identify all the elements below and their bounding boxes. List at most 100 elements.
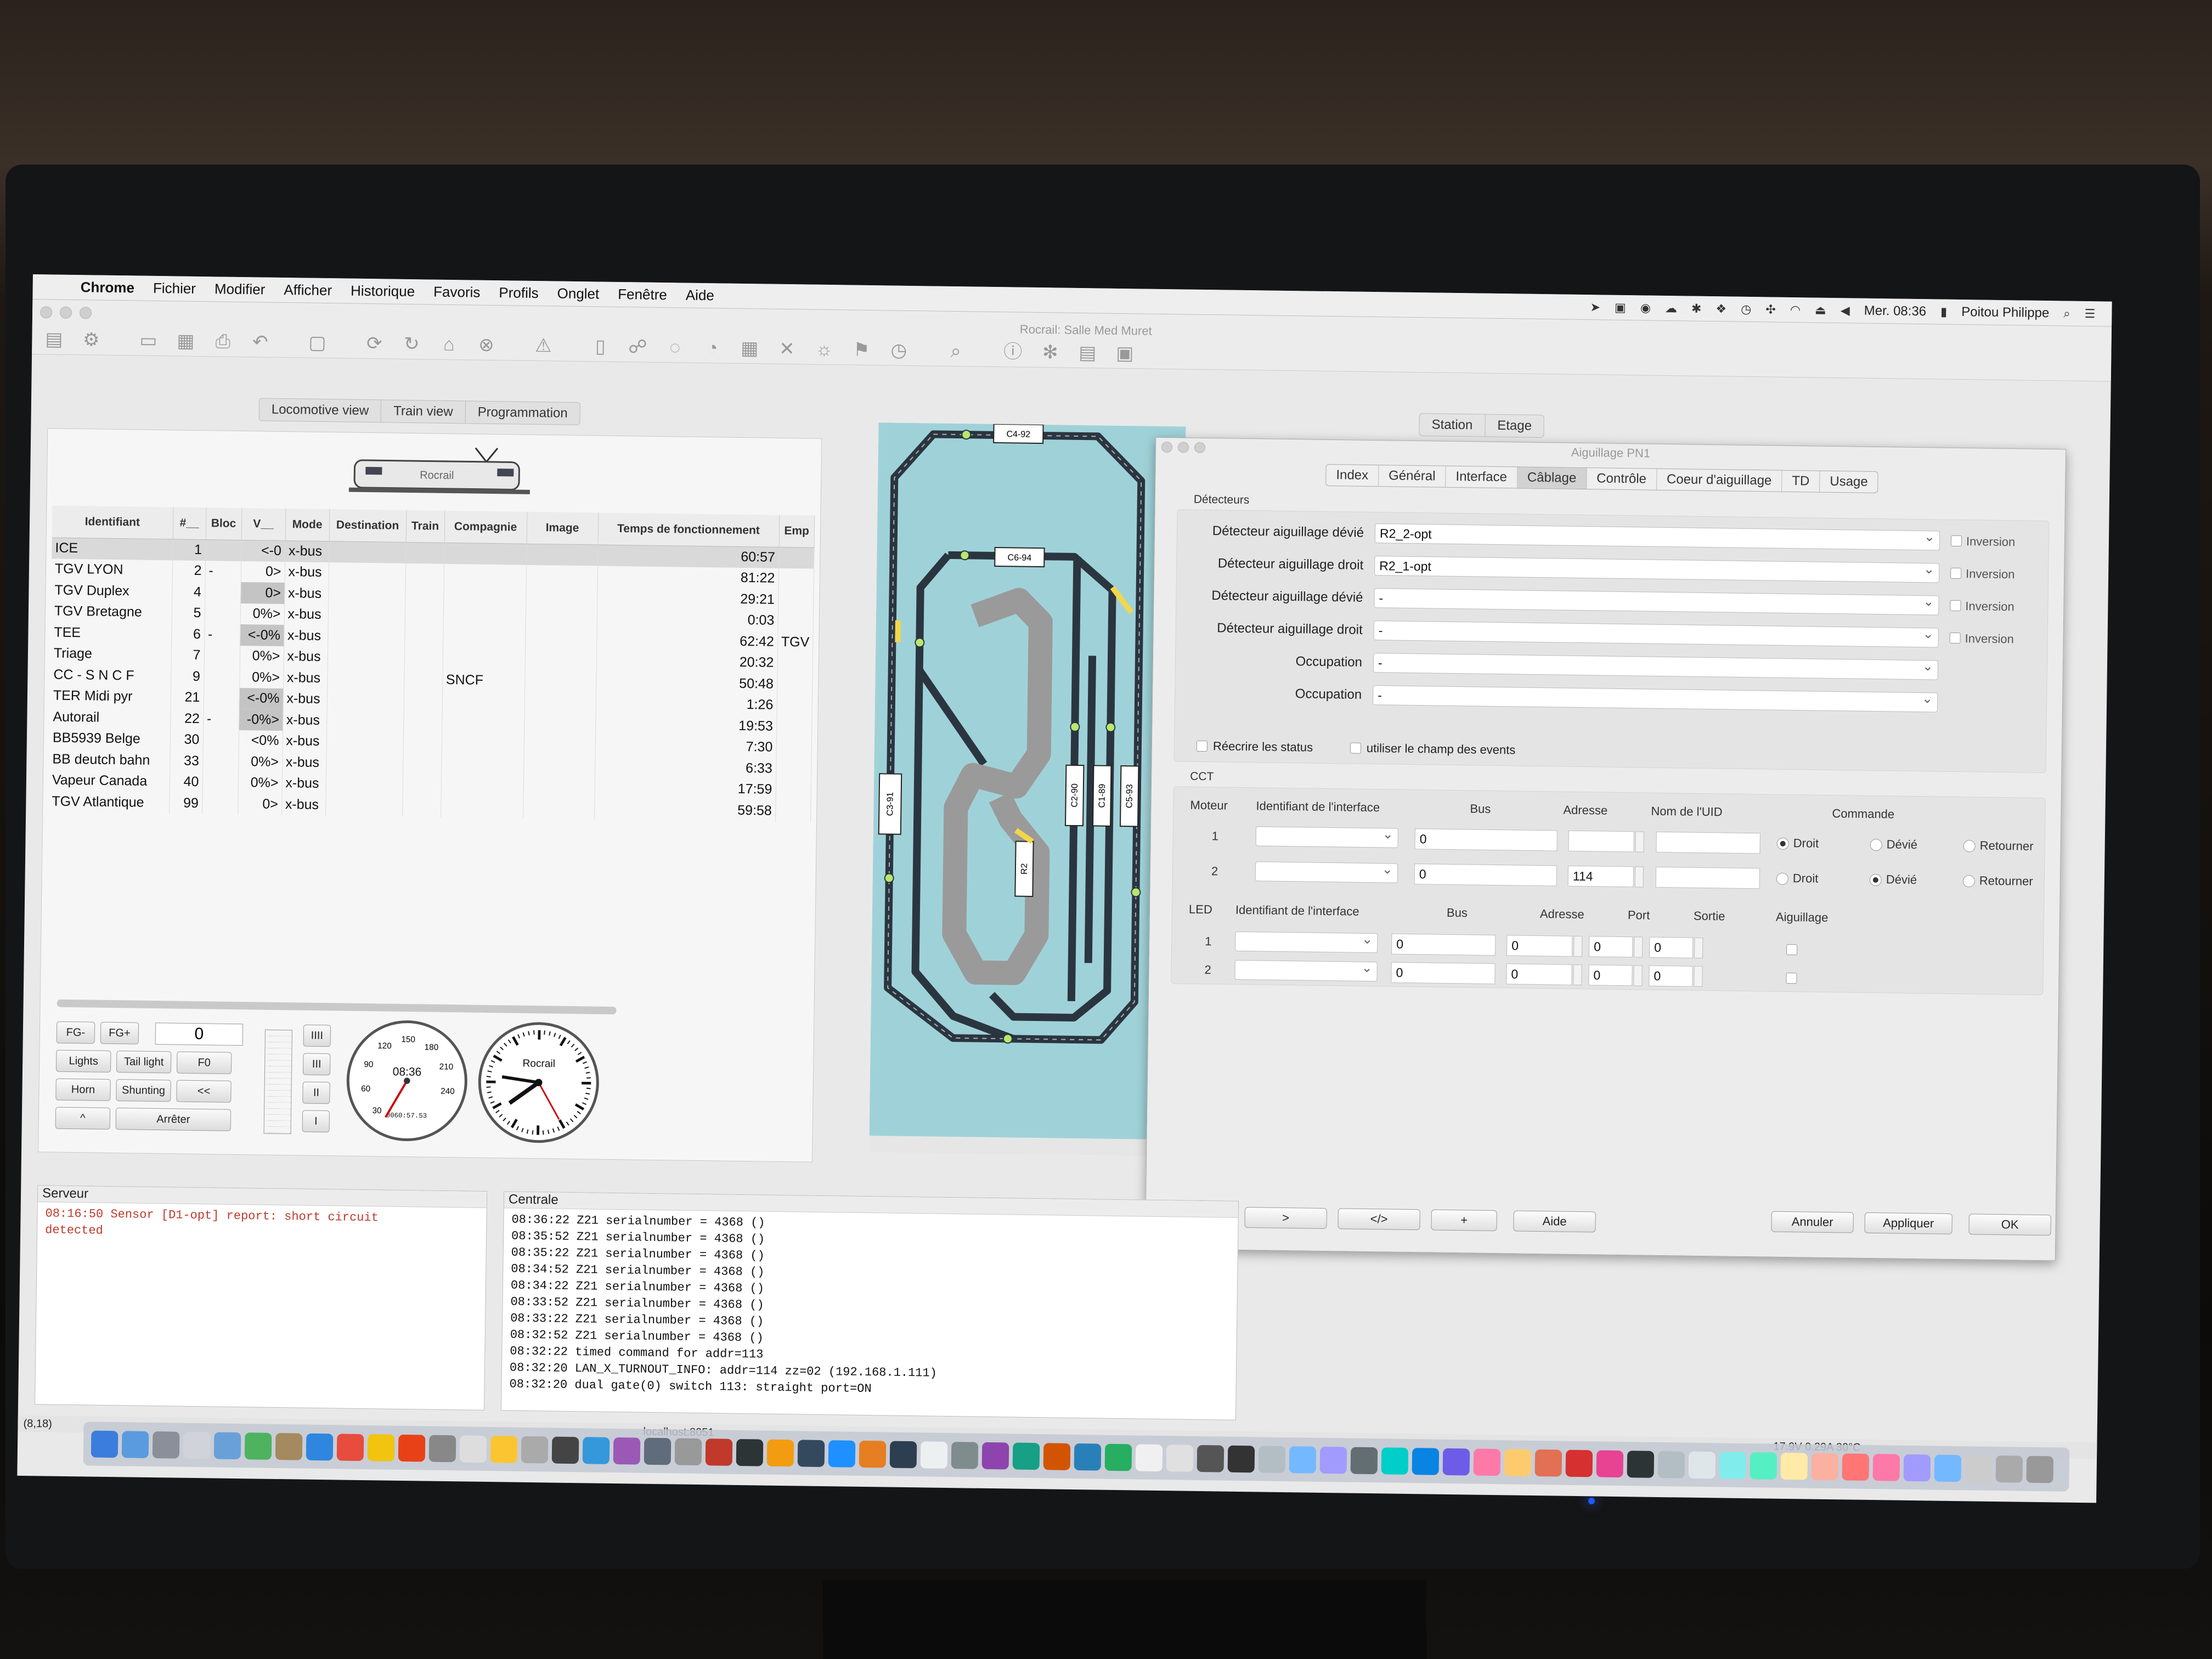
cct-bus-field[interactable]: 0 [1414, 828, 1558, 851]
dock-app-icon[interactable] [1565, 1449, 1593, 1477]
connect-icon[interactable]: ▤ [40, 328, 69, 351]
dock-app-icon[interactable] [306, 1433, 334, 1460]
switch-icon[interactable]: ✕ [772, 338, 802, 360]
dock-app-icon[interactable] [1442, 1448, 1470, 1475]
cloud-icon[interactable]: ☁ [1665, 301, 1677, 315]
tab-td[interactable]: TD [1782, 470, 1820, 492]
timemachine-icon[interactable]: ◷ [1741, 302, 1752, 316]
col-mode[interactable]: Mode [285, 509, 330, 541]
gear-4-button[interactable]: IIII [303, 1024, 331, 1047]
horn-button[interactable]: Horn [55, 1078, 111, 1101]
led-output-stepper[interactable] [1694, 937, 1703, 958]
inversion-checkbox[interactable] [1950, 600, 1961, 612]
xml-button[interactable]: </> [1338, 1208, 1420, 1231]
dock-app-icon[interactable] [1811, 1453, 1839, 1480]
col-destination[interactable]: Destination [329, 509, 407, 542]
shunting-button[interactable]: Shunting [116, 1079, 171, 1102]
menu-app-name[interactable]: Chrome [71, 279, 144, 297]
eject-icon[interactable]: ⏏ [1815, 303, 1826, 317]
dock-app-icon[interactable] [1903, 1454, 1931, 1481]
tab-general[interactable]: Général [1378, 465, 1446, 487]
dock-app-icon[interactable] [889, 1441, 917, 1468]
dial-icon[interactable]: ◔ [698, 337, 727, 359]
eye-icon[interactable]: ◉ [1640, 301, 1651, 315]
tab-coeur[interactable]: Coeur d'aiguillage [1656, 469, 1782, 492]
tab-programmation[interactable]: Programmation [465, 401, 580, 425]
dock-app-icon[interactable] [1596, 1449, 1624, 1477]
dialog-close-button[interactable] [1161, 441, 1173, 453]
dock-app-icon[interactable] [1534, 1449, 1562, 1477]
col-v[interactable]: V__ [241, 508, 286, 541]
cct-uid-field[interactable] [1656, 831, 1760, 854]
dock-app-icon[interactable] [490, 1435, 518, 1463]
tab-station[interactable]: Station [1419, 414, 1486, 437]
dock-app-icon[interactable] [1012, 1442, 1040, 1470]
apply-button[interactable]: Appliquer [1864, 1212, 1953, 1234]
help-button[interactable]: Aide [1513, 1210, 1596, 1233]
ok-button[interactable]: OK [1968, 1214, 2051, 1236]
menu-aide[interactable]: Aide [676, 286, 724, 304]
dock-app-icon[interactable] [1688, 1451, 1716, 1479]
add-button[interactable]: + [1431, 1209, 1497, 1232]
dock-app-icon[interactable] [859, 1440, 887, 1468]
bluetooth-icon[interactable]: ✱ [1691, 301, 1702, 315]
tail-light-button[interactable]: Tail light [116, 1051, 172, 1074]
direction-button[interactable]: ^ [55, 1107, 111, 1130]
col-bloc[interactable]: Bloc [205, 507, 242, 540]
led-address-field[interactable]: 0 [1506, 935, 1573, 957]
notification-icon[interactable]: ☰ [2084, 306, 2095, 320]
box-icon[interactable]: ▣ [1110, 342, 1139, 365]
wifi-icon[interactable]: ◠ [1790, 302, 1801, 317]
inversion-checkbox[interactable] [1950, 535, 1962, 547]
dock-app-icon[interactable] [275, 1432, 303, 1460]
detector-combo[interactable]: - [1374, 588, 1939, 616]
turntable-icon[interactable]: ◌ [661, 336, 690, 359]
dock-app-icon[interactable] [367, 1434, 395, 1462]
col-train[interactable]: Train [405, 510, 445, 543]
cct-command-radio[interactable] [1869, 873, 1882, 887]
dock-app-icon[interactable] [1258, 1445, 1286, 1473]
dropbox-icon[interactable]: ❖ [1716, 302, 1726, 316]
power-icon[interactable]: ▢ [303, 331, 332, 354]
dock-app-icon[interactable] [1074, 1443, 1102, 1471]
route-icon[interactable]: ☍ [623, 336, 652, 358]
tab-controle[interactable]: Contrôle [1587, 468, 1657, 490]
cct-command-radio[interactable] [1962, 875, 1975, 888]
col-emp[interactable]: Emp [778, 515, 815, 548]
dock-app-icon[interactable] [428, 1435, 456, 1462]
inversion-checkbox[interactable] [1949, 632, 1961, 644]
inversion-checkbox[interactable] [1950, 567, 1962, 579]
warning-icon[interactable]: ⚠ [529, 335, 558, 357]
menubar-clock[interactable]: Mer. 08:36 [1864, 303, 1927, 319]
cancel-button[interactable]: Annuler [1771, 1211, 1854, 1233]
dock-app-icon[interactable] [828, 1440, 856, 1468]
cct-uid-field[interactable] [1655, 866, 1760, 889]
dock-app-icon[interactable] [1995, 1455, 2023, 1483]
gear-3-button[interactable]: III [302, 1053, 331, 1076]
cct-address-stepper[interactable] [1635, 831, 1644, 853]
led-address-stepper[interactable] [1573, 964, 1582, 986]
dock-app-icon[interactable] [1872, 1453, 1900, 1481]
led-address-stepper[interactable] [1573, 935, 1583, 957]
led-output-stepper[interactable] [1694, 966, 1703, 987]
bug-icon[interactable]: ✻ [1036, 341, 1065, 364]
screen-icon[interactable]: ▣ [1615, 300, 1626, 314]
dock-app-icon[interactable] [1043, 1442, 1071, 1470]
detector-combo[interactable]: - [1373, 653, 1939, 680]
speed-value[interactable]: 0 [155, 1023, 244, 1046]
dock-app-icon[interactable] [1965, 1454, 1993, 1482]
menu-profils[interactable]: Profils [489, 284, 548, 302]
menu-modifier[interactable]: Modifier [205, 280, 275, 298]
sync-icon[interactable]: ✣ [1765, 302, 1776, 317]
led-turnout-checkbox[interactable] [1786, 972, 1797, 984]
dock-app-icon[interactable] [1381, 1447, 1409, 1475]
dock-app-icon[interactable] [121, 1430, 149, 1458]
dock-app-icon[interactable] [1750, 1452, 1778, 1480]
dock-app-icon[interactable] [951, 1441, 979, 1469]
train-icon[interactable]: ▯ [586, 335, 615, 358]
dock-app-icon[interactable] [183, 1431, 211, 1459]
dock-app-icon[interactable] [213, 1432, 241, 1459]
tab-train-view[interactable]: Train view [381, 400, 466, 424]
dock-app-icon[interactable] [152, 1431, 180, 1459]
dock-app-icon[interactable] [1319, 1446, 1347, 1474]
